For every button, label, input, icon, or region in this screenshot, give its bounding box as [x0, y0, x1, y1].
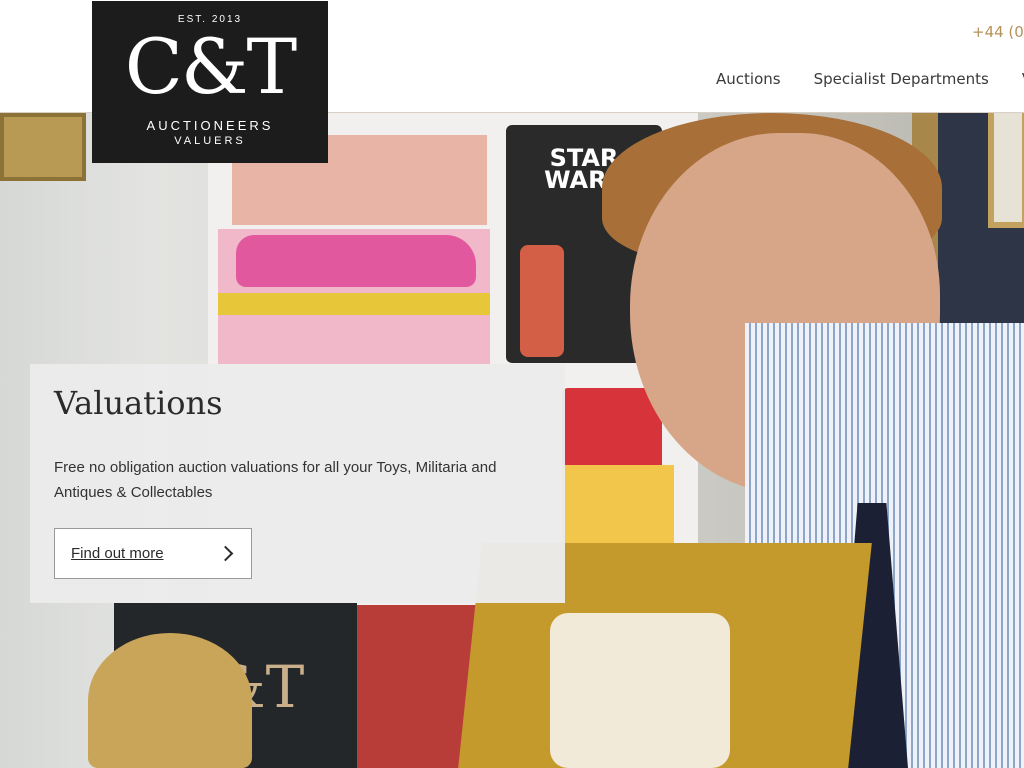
logo-mark: C&T	[124, 22, 298, 111]
toy-bus	[562, 388, 662, 476]
main-nav: Auctions Specialist Departments V	[716, 70, 1024, 88]
pink-toy-car	[236, 235, 476, 287]
nav-auctions[interactable]: Auctions	[716, 70, 781, 88]
picture-frame-left	[0, 113, 86, 181]
logo-auctioneers: AUCTIONEERS	[146, 118, 274, 133]
clock-face	[550, 613, 730, 768]
nav-specialist-departments[interactable]: Specialist Departments	[814, 70, 989, 88]
card-description: Free no obligation auction valuations fo…	[54, 459, 497, 501]
site-logo[interactable]: EST. 2013 C&T AUCTIONEERS VALUERS	[92, 1, 328, 163]
find-out-more-label: Find out more	[71, 545, 164, 562]
porcelain-vase	[88, 633, 252, 768]
action-figure	[520, 245, 564, 357]
toy-box-label	[218, 293, 490, 315]
card-title: Valuations	[54, 384, 223, 422]
matchbox-box	[562, 465, 674, 551]
logo-valuers: VALUERS	[174, 135, 246, 147]
valuations-card: Valuations Free no obligation auction va…	[30, 364, 565, 603]
phone-number[interactable]: +44 (0)	[972, 23, 1024, 41]
chevron-right-icon	[217, 545, 234, 562]
find-out-more-button[interactable]: Find out more	[54, 528, 252, 579]
